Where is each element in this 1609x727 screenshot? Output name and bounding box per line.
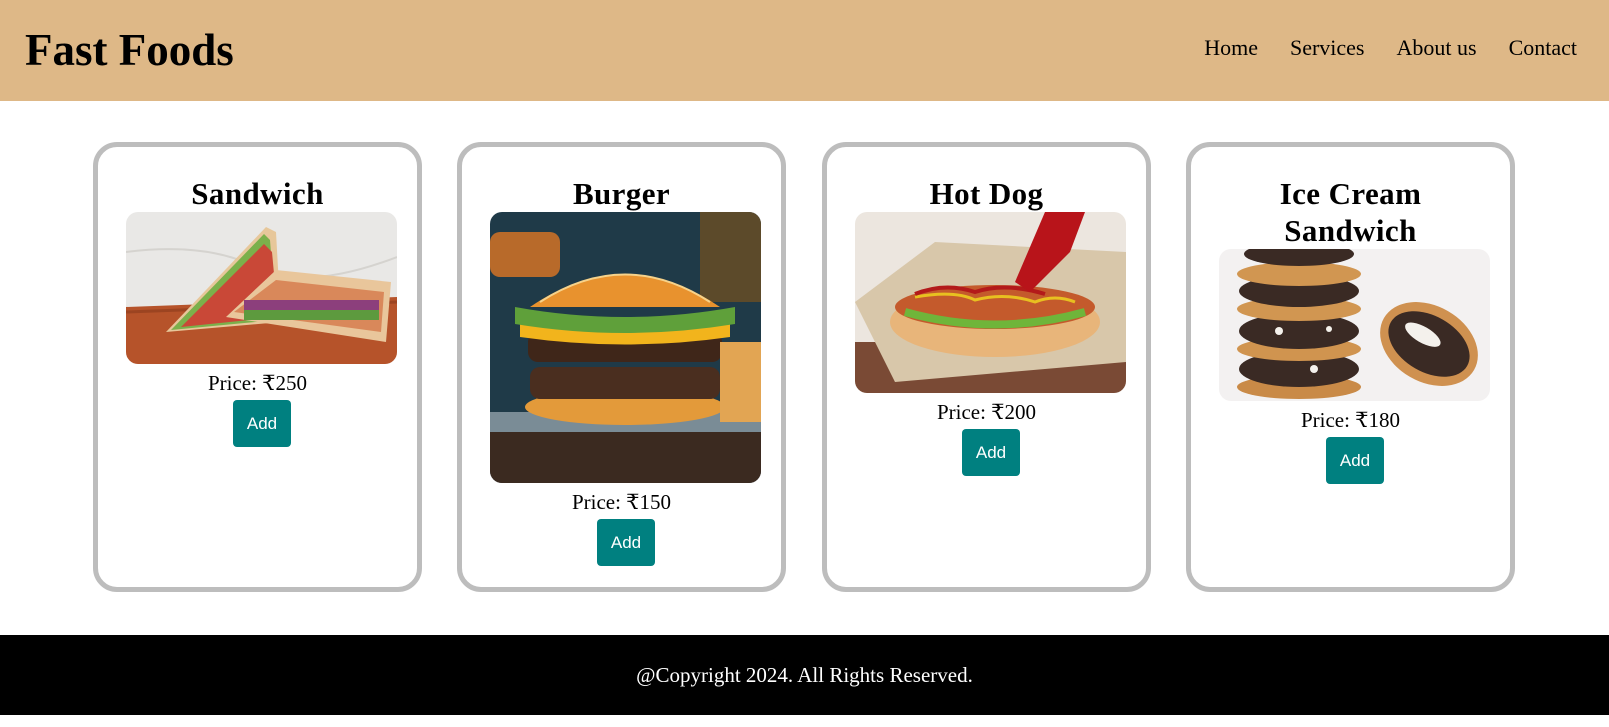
site-header: Fast Foods Home Services About us Contac… — [0, 0, 1609, 101]
copyright-text: @Copyright 2024. All Rights Reserved. — [636, 663, 973, 687]
brand-logo[interactable]: Fast Foods — [25, 24, 234, 76]
add-to-cart-button[interactable]: Add — [597, 519, 655, 566]
product-card-burger: Burger Price: ₹150 Add — [457, 142, 786, 592]
site-footer: @Copyright 2024. All Rights Reserved. — [0, 635, 1609, 715]
hot-dog-image — [855, 212, 1126, 393]
add-to-cart-button[interactable]: Add — [962, 429, 1020, 476]
product-title: Burger — [572, 176, 671, 211]
add-to-cart-button[interactable]: Add — [1326, 437, 1384, 484]
product-title: Sandwich — [191, 176, 324, 211]
product-card-hot-dog: Hot Dog Price: ₹200 Add — [822, 142, 1151, 592]
product-price: Price: ₹250 — [207, 371, 308, 395]
nav-contact-link[interactable]: Contact — [1509, 33, 1577, 63]
ice-cream-sandwich-image — [1219, 249, 1490, 401]
nav-services-link[interactable]: Services — [1290, 33, 1365, 63]
product-price: Price: ₹200 — [936, 400, 1037, 424]
product-price: Price: ₹180 — [1300, 408, 1401, 432]
nav-about-link[interactable]: About us — [1397, 33, 1477, 63]
product-price: Price: ₹150 — [571, 490, 672, 514]
product-card-ice-cream-sandwich: Ice Cream Sandwich Price: ₹180 Add — [1186, 142, 1515, 592]
burger-image — [490, 212, 761, 483]
product-title: Hot Dog — [929, 176, 1044, 211]
product-card-sandwich: Sandwich Price: ₹250 Add — [93, 142, 422, 592]
product-title: Ice Cream Sandwich — [1279, 176, 1422, 248]
main-nav: Home Services About us Contact — [1204, 33, 1577, 63]
sandwich-image — [126, 212, 397, 364]
add-to-cart-button[interactable]: Add — [233, 400, 291, 447]
nav-home-link[interactable]: Home — [1204, 33, 1258, 63]
